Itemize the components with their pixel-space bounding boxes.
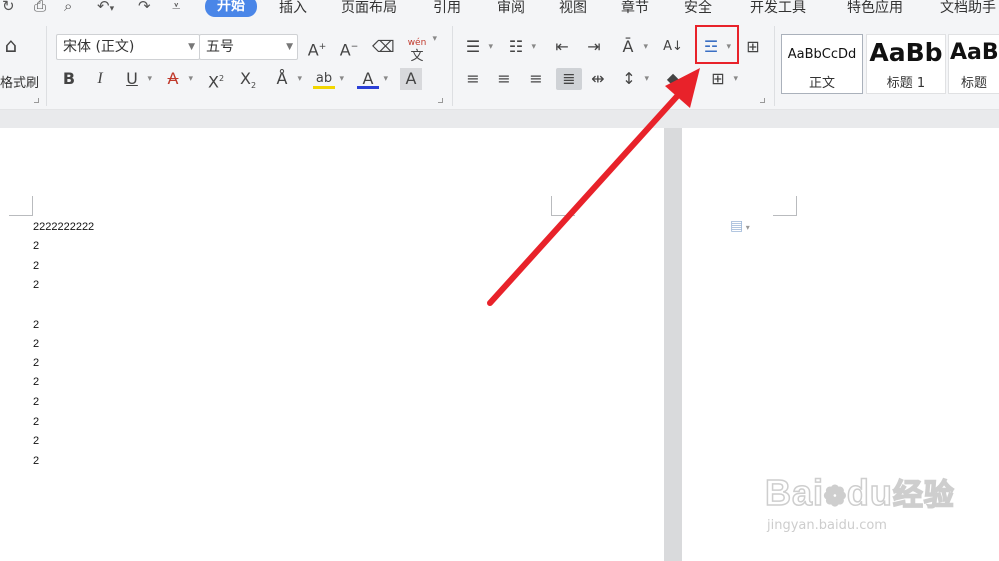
annotation-arrow-shaft bbox=[487, 90, 683, 306]
annotation-arrow bbox=[487, 68, 700, 306]
